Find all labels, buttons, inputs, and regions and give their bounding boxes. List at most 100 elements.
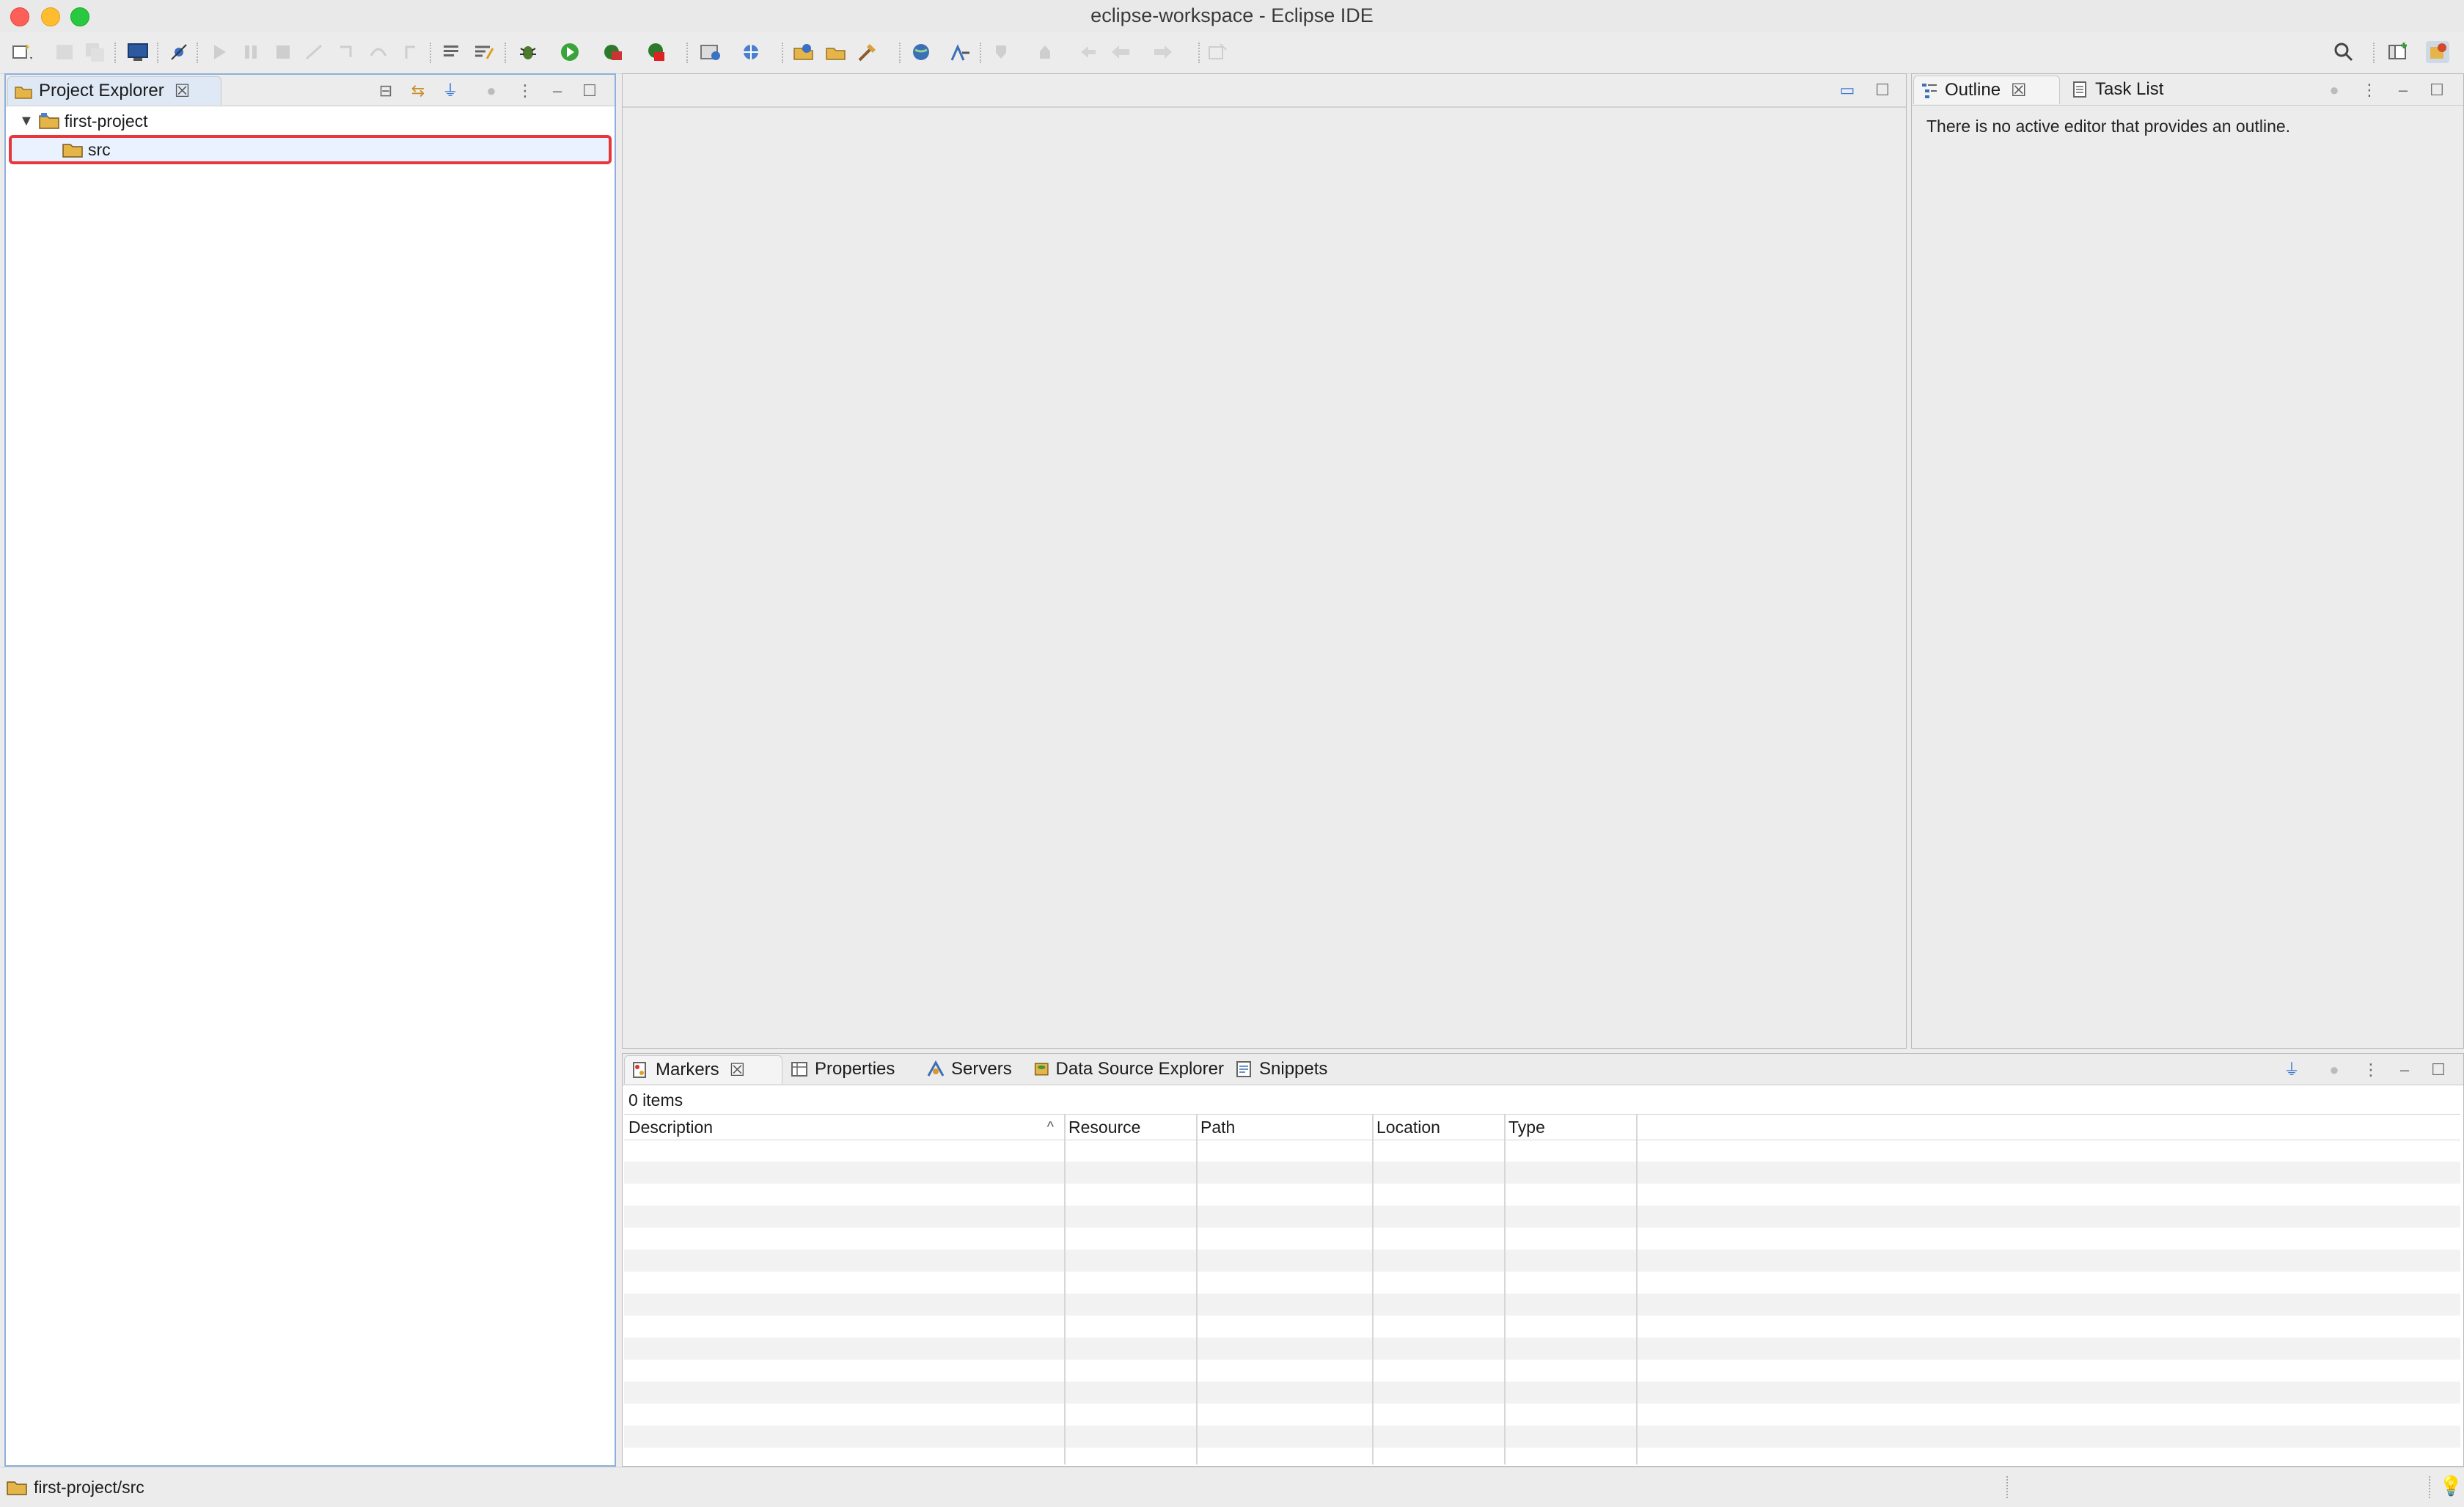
column-header-path[interactable]: Path (1196, 1115, 1372, 1140)
table-header: Description ^ Resource Path Location Type (624, 1115, 2460, 1140)
view-menu-icon[interactable]: ⋮ (515, 81, 535, 101)
search-icon[interactable] (2332, 41, 2355, 63)
terminal-icon[interactable] (126, 41, 150, 63)
open-perspective-icon[interactable] (949, 41, 972, 63)
project-explorer-panel: Project Explorer ☒ ⊟ ⇆ ⏚ ● ⋮ – ☐ ▼ first… (4, 73, 616, 1467)
focus-icon[interactable]: ● (2324, 1060, 2344, 1080)
new-web-service-icon[interactable] (741, 41, 764, 63)
forward-icon[interactable] (1151, 41, 1175, 63)
markers-panel: Markers ☒ Properties Servers Data Source… (622, 1053, 2464, 1467)
minimize-view-icon[interactable]: – (2394, 1060, 2415, 1080)
filter-icon[interactable]: ⏚ (440, 81, 461, 101)
tab-label: Servers (951, 1059, 1012, 1079)
prev-annotation-icon[interactable] (1034, 41, 1057, 63)
toggle-mark-icon[interactable] (472, 41, 496, 63)
skip-breakpoints-icon[interactable] (167, 41, 191, 63)
close-icon[interactable]: ☒ (730, 1060, 746, 1081)
table-body (624, 1140, 2460, 1464)
tree-item-first-project[interactable]: ▼ first-project (9, 109, 612, 133)
open-resource-icon[interactable] (824, 41, 848, 63)
project-tree: ▼ first-project src (6, 107, 615, 1465)
collapse-all-icon[interactable]: ⊟ (375, 81, 396, 101)
view-menu-icon[interactable]: ⋮ (2361, 1060, 2381, 1080)
tab-label: Markers (656, 1060, 719, 1079)
link-with-editor-icon[interactable]: ⇆ (408, 81, 428, 101)
tab-label: Data Source Explorer (1055, 1059, 1224, 1079)
maximize-editor-icon[interactable]: ☐ (1872, 80, 1893, 100)
coverage-icon[interactable] (601, 41, 625, 63)
tree-item-label: first-project (64, 111, 148, 131)
resume-icon[interactable] (208, 41, 232, 63)
open-type-icon[interactable] (792, 41, 815, 63)
suspend-icon[interactable] (239, 41, 263, 63)
items-count: 0 items (628, 1090, 683, 1110)
tab-data-source-explorer[interactable]: Data Source Explorer (1027, 1055, 1224, 1083)
step-into-icon[interactable] (334, 41, 358, 63)
focus-icon[interactable]: ● (2324, 80, 2344, 100)
save-all-icon[interactable] (84, 41, 107, 63)
step-return-icon[interactable] (399, 41, 422, 63)
last-edit-icon[interactable] (1077, 41, 1100, 63)
close-icon[interactable]: ☒ (2011, 80, 2027, 101)
debug-icon[interactable] (516, 41, 540, 63)
tab-label: Snippets (1259, 1059, 1328, 1079)
column-header-resource[interactable]: Resource (1064, 1115, 1196, 1140)
status-bar: first-project/src 💡 (0, 1467, 2464, 1507)
new-server-icon[interactable] (698, 41, 722, 63)
save-icon[interactable] (53, 41, 76, 63)
new-icon[interactable] (10, 41, 34, 63)
close-icon[interactable]: ☒ (175, 81, 191, 102)
next-annotation-icon[interactable] (990, 41, 1013, 63)
tab-task-list[interactable]: Task List (2064, 76, 2196, 103)
servers-icon (927, 1060, 945, 1077)
minimize-view-icon[interactable]: – (2393, 80, 2413, 100)
tab-markers[interactable]: Markers ☒ (624, 1055, 782, 1084)
maximize-view-icon[interactable]: ☐ (2428, 1060, 2449, 1080)
snippets-icon (1236, 1061, 1251, 1077)
run-external-tools-icon[interactable] (645, 41, 669, 63)
data-source-explorer-icon (1034, 1063, 1049, 1076)
terminate-icon[interactable] (271, 41, 295, 63)
maximize-view-icon[interactable]: ☐ (579, 81, 600, 101)
step-over-icon[interactable] (367, 41, 390, 63)
column-header-type[interactable]: Type (1504, 1115, 1636, 1140)
back-icon[interactable] (1109, 41, 1132, 63)
tab-snippets[interactable]: Snippets (1228, 1055, 1337, 1083)
view-menu-icon[interactable]: ⋮ (2359, 80, 2380, 100)
outline-panel: Outline ☒ Task List ● ⋮ – ☐ There is no … (1911, 73, 2464, 1049)
column-header-description[interactable]: Description ^ (624, 1115, 1064, 1140)
editor-area: ▭ ☐ (622, 73, 1907, 1049)
window-title: eclipse-workspace - Eclipse IDE (1090, 4, 1374, 26)
disconnect-icon[interactable] (302, 41, 326, 63)
markers-table: Description ^ Resource Path Location Type (624, 1114, 2460, 1464)
outline-tabstrip: Outline ☒ Task List ● ⋮ – ☐ (1912, 74, 2463, 106)
open-perspective-button-icon[interactable] (2386, 41, 2410, 63)
tab-project-explorer[interactable]: Project Explorer ☒ (7, 76, 221, 105)
open-search-icon[interactable] (857, 41, 880, 63)
main-toolbar (0, 32, 2464, 74)
tab-label: Task List (2095, 79, 2164, 99)
tab-servers[interactable]: Servers (920, 1055, 1023, 1083)
pin-editor-icon[interactable] (1206, 41, 1229, 63)
tab-properties[interactable]: Properties (784, 1055, 916, 1083)
folder-icon (7, 1481, 27, 1495)
chevron-down-icon[interactable]: ▼ (19, 113, 34, 130)
lightbulb-icon[interactable]: 💡 (2439, 1475, 2463, 1497)
column-header-location[interactable]: Location (1372, 1115, 1504, 1140)
minimize-view-icon[interactable]: – (547, 81, 568, 101)
tree-item-src[interactable]: src (9, 135, 612, 164)
restore-editor-icon[interactable]: ▭ (1837, 80, 1858, 100)
open-task-icon[interactable] (440, 41, 463, 63)
folder-icon (62, 144, 83, 158)
maximize-view-icon[interactable]: ☐ (2427, 80, 2447, 100)
focus-icon[interactable]: ● (481, 81, 502, 101)
filter-icon[interactable]: ⏚ (2281, 1060, 2302, 1080)
outline-icon (1922, 84, 1937, 98)
open-browser-icon[interactable] (909, 41, 933, 63)
tab-label: Project Explorer (39, 81, 164, 100)
tab-outline[interactable]: Outline ☒ (1913, 76, 2060, 104)
run-icon[interactable] (559, 41, 582, 63)
java-ee-perspective-icon[interactable] (2426, 41, 2449, 63)
window-title-bar: eclipse-workspace - Eclipse IDE (0, 0, 2464, 33)
bottom-tabstrip: Markers ☒ Properties Servers Data Source… (623, 1054, 2463, 1085)
